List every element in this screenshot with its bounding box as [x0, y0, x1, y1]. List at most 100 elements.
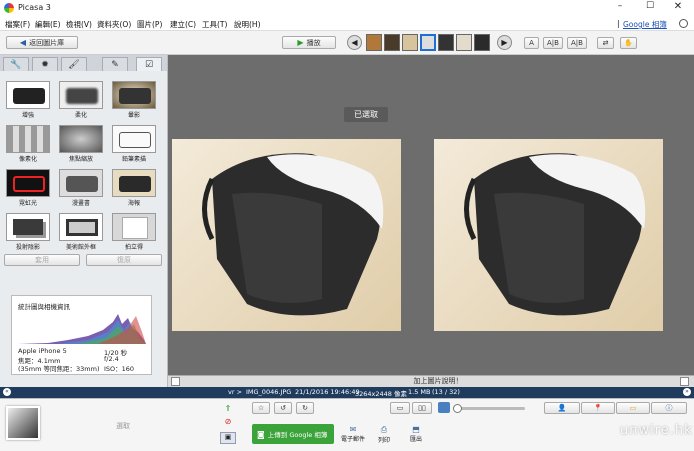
effect-thumb [6, 213, 50, 241]
print-button[interactable]: ⎙ 列印 [374, 425, 394, 447]
filmstrip-thumb[interactable] [438, 34, 454, 51]
filmstrip-thumb[interactable] [474, 34, 490, 51]
effect-thumb [112, 81, 156, 109]
clear-tray-icon[interactable]: ⊘ [222, 417, 234, 427]
wrench-icon[interactable]: 🔧 [3, 57, 29, 71]
camera-model: Apple iPhone 5 [18, 347, 67, 355]
filmstrip-thumb[interactable] [402, 34, 418, 51]
google-photos-link[interactable]: Google 相簿 [623, 19, 667, 30]
filmstrip-thumb[interactable] [384, 34, 400, 51]
apply-button[interactable]: 套用 [4, 254, 80, 266]
menu-tools[interactable]: 工具(T) [202, 19, 227, 30]
menu-create[interactable]: 建立(C) [170, 19, 196, 30]
status-filename: IMG_0046.JPG [246, 388, 292, 396]
text-split-button[interactable]: A|B [543, 37, 563, 49]
collapse-panel-icon[interactable]: « [3, 388, 11, 396]
camera-icon: ◙ [257, 429, 265, 439]
status-position: (13 / 32) [432, 388, 460, 396]
expand-panel-icon[interactable]: » [683, 388, 691, 396]
effect-label: 美術館外框 [65, 244, 96, 251]
effect-museum-matte[interactable]: 美術館外框 [57, 211, 105, 253]
slideshow-play-button[interactable]: ▶ 播放 [282, 36, 336, 49]
filmstrip-thumb[interactable] [366, 34, 382, 51]
text-compare-button[interactable]: A|B [567, 37, 587, 49]
properties-button[interactable]: ⓘ [651, 402, 687, 414]
watermark-text: unwire.hk [620, 423, 693, 438]
paint-icon[interactable]: ✎ [102, 57, 128, 71]
menu-edit[interactable]: 編輯(E) [35, 19, 61, 30]
effect-focal-zoom[interactable]: 焦點縮放 [57, 123, 105, 165]
text-single-label: A [529, 39, 534, 47]
effect-thumb [112, 125, 156, 153]
people-button[interactable]: 👤 [544, 402, 580, 414]
text-single-button[interactable]: A [524, 37, 539, 49]
caption-input[interactable]: 加上圖片說明！ [318, 376, 558, 387]
effect-vignette[interactable]: 暈影 [110, 79, 158, 121]
favorite-star-button[interactable]: ☆ [252, 402, 270, 414]
maximize-button[interactable]: ☐ [640, 1, 660, 15]
effect-neon[interactable]: 霓虹光 [4, 167, 52, 209]
caption-expand-icon[interactable] [680, 377, 689, 386]
caption-toggle-icon[interactable] [171, 377, 180, 386]
vr-headset-image [202, 153, 384, 316]
effect-enhance[interactable]: 增強 [4, 79, 52, 121]
effect-thumb [59, 213, 103, 241]
undo-button[interactable]: 復原 [86, 254, 162, 266]
menu-picture[interactable]: 圖片(P) [137, 19, 162, 30]
rotate-right-button[interactable]: ↻ [296, 402, 314, 414]
user-icon[interactable] [679, 19, 688, 28]
sun-icon[interactable]: ✹ [32, 57, 58, 71]
zoom-slider-handle[interactable] [453, 404, 462, 413]
effect-comic[interactable]: 漫畫書 [57, 167, 105, 209]
effect-label: 海報 [127, 200, 140, 207]
effect-drop-shadow[interactable]: 投射陰影 [4, 211, 52, 253]
menu-view[interactable]: 檢視(V) [66, 19, 92, 30]
photo-viewer: 已選取 [168, 55, 694, 375]
add-to-album-icon[interactable]: ▣ [220, 432, 236, 444]
tags-button[interactable]: ▭ [616, 402, 650, 414]
menu-file[interactable]: 檔案(F) [5, 19, 30, 30]
selected-label: 已選取 [354, 110, 378, 119]
places-button[interactable]: 📍 [581, 402, 615, 414]
effect-pixelate[interactable]: 像素化 [4, 123, 52, 165]
apply-label: 套用 [35, 256, 49, 264]
swap-panels-icon[interactable]: ⇄ [597, 37, 614, 49]
check-icon[interactable]: ☑ [136, 57, 162, 71]
minimize-button[interactable]: – [610, 1, 630, 15]
export-label: 匯出 [409, 436, 422, 443]
brush-icon[interactable]: 🖌 [61, 57, 87, 71]
status-datetime: 21/1/2016 19:46:49 [295, 388, 360, 396]
effect-polaroid[interactable]: 拍立得 [110, 211, 158, 253]
view-single-button[interactable]: ▭ [390, 402, 410, 414]
view-compare-button[interactable]: ▯▯ [412, 402, 432, 414]
print-label: 列印 [377, 437, 390, 444]
filmstrip-thumb-selected[interactable] [420, 34, 436, 51]
effect-poster[interactable]: 海報 [110, 167, 158, 209]
photo-original[interactable] [172, 139, 401, 331]
effect-label: 柔化 [74, 112, 87, 119]
email-button[interactable]: ✉ 電子郵件 [340, 425, 366, 447]
effect-pencil-sketch[interactable]: 鉛筆素描 [110, 123, 158, 165]
photo-edited[interactable] [434, 139, 663, 331]
filmstrip-thumb[interactable] [456, 34, 472, 51]
upload-google-button[interactable]: ◙ 上傳到 Google 相簿 [252, 424, 334, 444]
histogram-info-box: 統計圖與相機資訊 Apple iPhone 5 焦距：4.1mm (35mm 等… [11, 295, 152, 375]
back-to-library-button[interactable]: ◀ 返回圖片庫 [6, 36, 78, 49]
effect-label: 霓虹光 [18, 200, 37, 207]
watermark: unwire.hk [620, 423, 693, 438]
tray-thumbnail[interactable] [6, 406, 40, 440]
effect-soften[interactable]: 柔化 [57, 79, 105, 121]
menu-help[interactable]: 說明(H) [234, 19, 261, 30]
hold-pin-icon[interactable]: ⇑ [222, 404, 234, 414]
hand-tool-icon[interactable]: ✋ [620, 37, 637, 49]
effect-label: 拍立得 [124, 244, 143, 251]
zoom-slider[interactable] [453, 404, 525, 413]
next-photo-icon[interactable]: ▶ [497, 35, 512, 50]
prev-photo-icon[interactable]: ◀ [347, 35, 362, 50]
close-button[interactable]: ✕ [668, 1, 688, 15]
effect-thumb [112, 213, 156, 241]
menu-folder[interactable]: 資料夾(O) [97, 19, 131, 30]
export-button[interactable]: ⬒ 匯出 [404, 425, 428, 447]
back-label: 返回圖片庫 [29, 38, 65, 47]
rotate-left-button[interactable]: ↺ [274, 402, 292, 414]
